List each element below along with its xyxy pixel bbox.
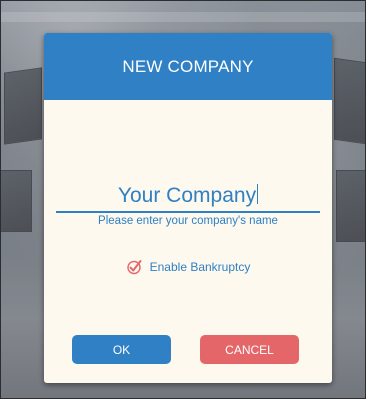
dialog-header: NEW COMPANY	[44, 33, 332, 100]
company-name-input[interactable]: Your Company	[56, 181, 320, 213]
dialog-title: NEW COMPANY	[122, 56, 254, 76]
bankruptcy-toggle[interactable]: Enable Bankruptcy	[44, 259, 332, 275]
checkmark-icon[interactable]	[126, 259, 142, 275]
company-name-value: Your Company	[117, 184, 257, 207]
cancel-button[interactable]: CANCEL	[200, 335, 299, 364]
text-caret	[257, 184, 259, 204]
bankruptcy-label: Enable Bankruptcy	[149, 260, 251, 274]
ok-button[interactable]: OK	[72, 335, 171, 364]
new-company-dialog: NEW COMPANY Your Company Please enter yo…	[44, 33, 332, 383]
company-name-hint: Please enter your company's name	[98, 215, 278, 227]
